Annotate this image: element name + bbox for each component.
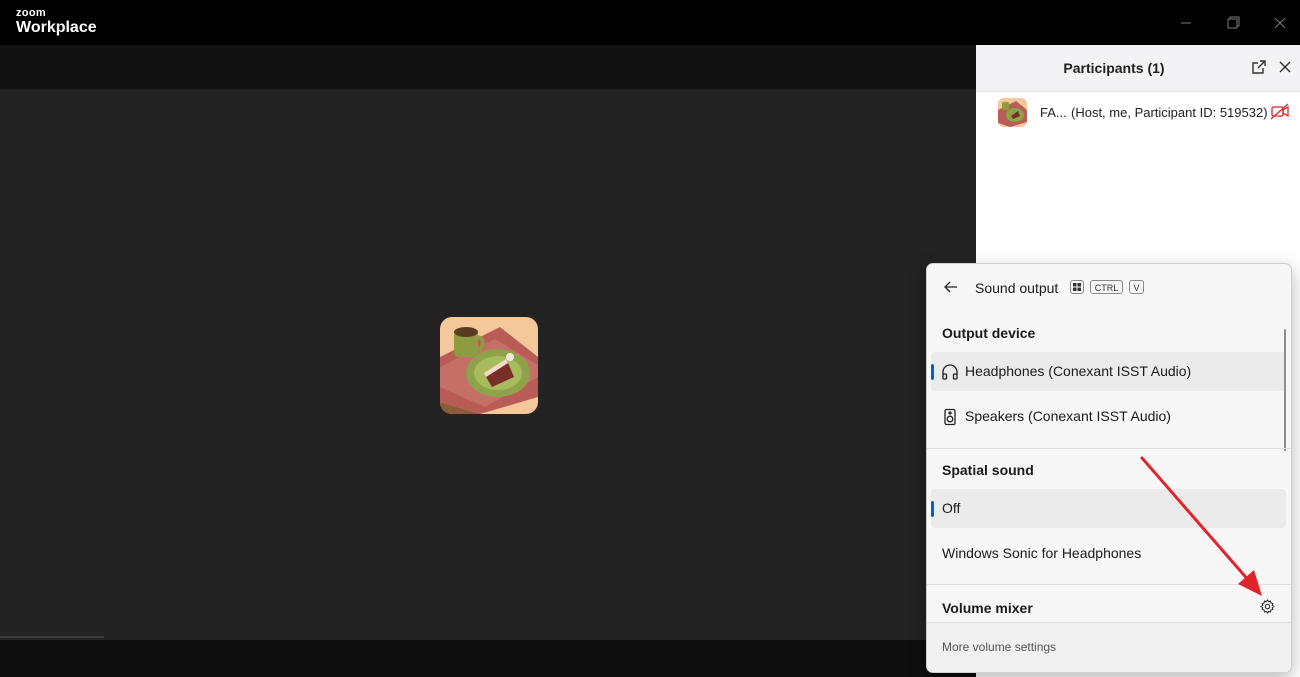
- spatial-option-label: Windows Sonic for Headphones: [942, 545, 1142, 561]
- restore-icon: [1227, 16, 1239, 29]
- selected-indicator: [931, 501, 934, 517]
- flyout-scrollbar[interactable]: [1284, 329, 1286, 451]
- divider: [927, 584, 1291, 585]
- brand-top: zoom: [16, 7, 46, 19]
- meeting-top-strip: [0, 45, 976, 89]
- back-arrow-icon[interactable]: [943, 279, 959, 295]
- participant-avatar: [998, 98, 1027, 127]
- brand-bottom: Workplace: [16, 19, 97, 36]
- flyout-footer: More volume settings: [927, 622, 1291, 672]
- windows-key-icon: [1070, 280, 1084, 294]
- app-logo: zoom Workplace: [16, 8, 97, 36]
- participant-row[interactable]: FA... (Host, me, Participant ID: 519532): [998, 98, 1298, 127]
- meeting-toolbar: [0, 640, 976, 677]
- participants-title: Participants (1): [1063, 60, 1165, 76]
- volume-mixer-heading: Volume mixer: [942, 600, 1033, 616]
- flyout-title: Sound output: [975, 280, 1059, 296]
- gear-icon[interactable]: [1260, 599, 1275, 614]
- device-label: Headphones (Conexant ISST Audio): [965, 363, 1192, 379]
- device-label: Speakers (Conexant ISST Audio): [965, 408, 1171, 424]
- v-key: V: [1129, 280, 1144, 294]
- spatial-sound-heading: Spatial sound: [942, 462, 1034, 478]
- flyout-header: Sound output CTRL V: [927, 264, 1291, 312]
- sound-output-flyout: Sound output CTRL V Output device Headph…: [926, 263, 1292, 673]
- minimize-button[interactable]: [1163, 0, 1209, 45]
- title-bar: zoom Workplace: [0, 0, 1300, 45]
- speaker-icon: [944, 408, 956, 426]
- more-volume-settings-link[interactable]: More volume settings: [942, 640, 1056, 654]
- stage-divider: [0, 636, 104, 638]
- spatial-windows-sonic[interactable]: Windows Sonic for Headphones: [931, 534, 1286, 573]
- spatial-option-label: Off: [942, 500, 961, 516]
- device-speakers[interactable]: Speakers (Conexant ISST Audio): [931, 397, 1286, 436]
- pop-out-icon[interactable]: [1251, 59, 1267, 75]
- restore-button[interactable]: [1210, 0, 1256, 45]
- close-panel-icon[interactable]: [1278, 60, 1292, 74]
- spatial-off[interactable]: Off: [931, 489, 1286, 528]
- participant-role: (Host, me, Participant ID: 519532): [1071, 105, 1268, 120]
- close-icon: [1274, 17, 1286, 28]
- close-window-button[interactable]: [1257, 0, 1300, 45]
- device-headphones[interactable]: Headphones (Conexant ISST Audio): [931, 352, 1286, 391]
- headphones-icon: [942, 364, 958, 380]
- selected-indicator: [931, 364, 934, 380]
- participant-avatar-large[interactable]: [440, 317, 538, 414]
- ctrl-key: CTRL: [1090, 280, 1123, 294]
- participant-name: FA...: [1040, 105, 1067, 120]
- output-device-heading: Output device: [942, 325, 1036, 341]
- divider: [927, 448, 1291, 449]
- participants-header: Participants (1): [976, 45, 1300, 92]
- minimize-icon: [1181, 22, 1191, 23]
- video-off-icon[interactable]: [1270, 103, 1289, 120]
